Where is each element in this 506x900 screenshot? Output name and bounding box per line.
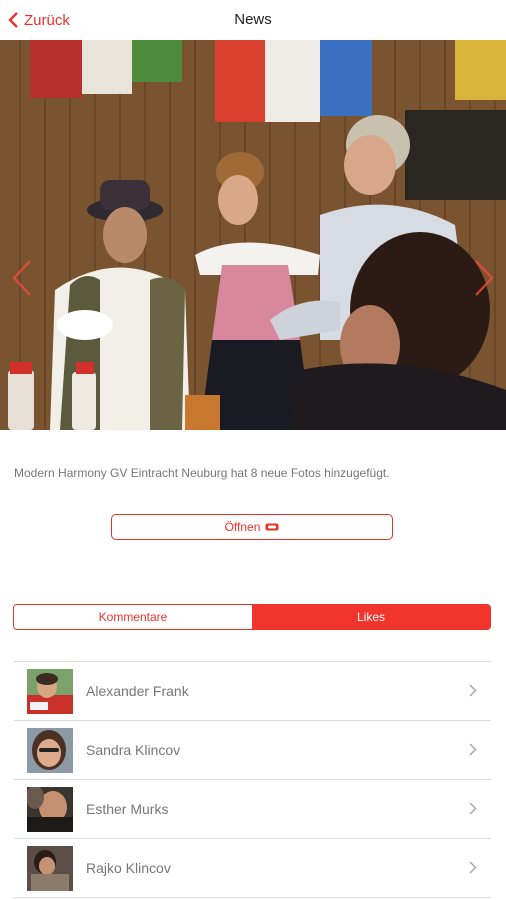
next-photo-button[interactable] [472, 258, 498, 298]
chevron-right-icon [469, 684, 477, 697]
photo-scene [0, 40, 506, 430]
tab-switcher: Kommentare Likes [13, 604, 491, 630]
like-user-name: Esther Murks [86, 801, 169, 817]
previous-photo-button[interactable] [8, 258, 34, 298]
like-user-name: Sandra Klincov [86, 742, 181, 758]
tab-comments[interactable]: Kommentare [14, 605, 252, 629]
post-photo[interactable] [0, 40, 506, 430]
avatar [27, 787, 73, 832]
list-item[interactable]: Rajko Klincov [14, 839, 491, 898]
open-button-label: Öffnen [224, 520, 261, 534]
tab-likes[interactable]: Likes [252, 605, 490, 629]
chevron-right-icon [469, 802, 477, 815]
chevron-right-icon [469, 861, 477, 874]
like-user-name: Rajko Klincov [86, 860, 171, 876]
open-button[interactable]: Öffnen [111, 514, 393, 540]
page-title: News [234, 11, 272, 28]
navigation-bar: Zurück News [0, 0, 506, 40]
list-item[interactable]: Alexander Frank [14, 662, 491, 721]
avatar [27, 728, 73, 773]
likes-list: Alexander Frank Sandra Klincov Esther Mu… [14, 661, 491, 898]
like-user-name: Alexander Frank [86, 683, 189, 699]
chevron-right-icon [469, 743, 477, 756]
list-item[interactable]: Sandra Klincov [14, 721, 491, 780]
avatar [27, 846, 73, 891]
avatar [27, 669, 73, 714]
post-caption: Modern Harmony GV Eintracht Neuburg hat … [14, 466, 390, 480]
list-item[interactable]: Esther Murks [14, 780, 491, 839]
external-link-icon [265, 523, 279, 531]
